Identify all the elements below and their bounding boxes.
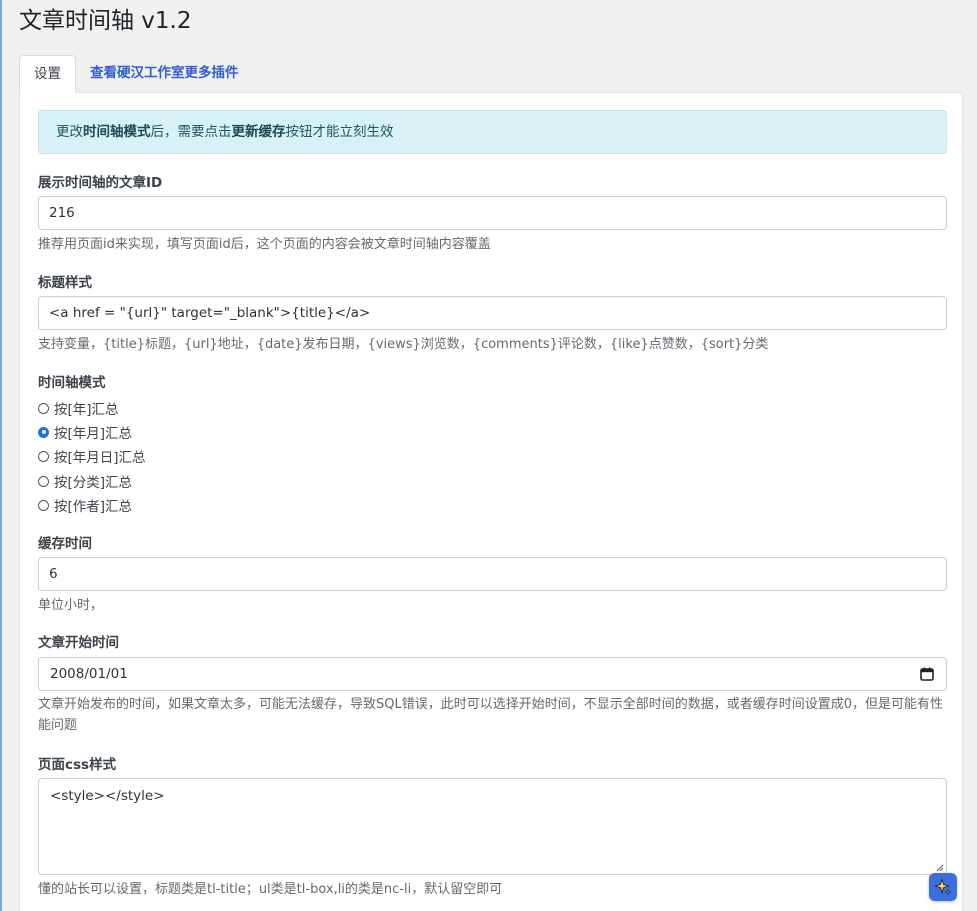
- admin-menu-edge: [0, 0, 2, 911]
- radio-label: 按[年]汇总: [54, 402, 119, 418]
- ai-assistant-button[interactable]: [929, 873, 957, 901]
- start-date-value: 2008/01/01: [50, 666, 128, 682]
- radio-option-year-month[interactable]: 按[年月]汇总: [38, 422, 132, 442]
- tab-bar: 设置 查看硬汉工作室更多插件: [19, 55, 253, 93]
- title-style-help: 支持变量，{title}标题，{url}地址，{date}发布日期，{views…: [38, 337, 769, 352]
- timeline-mode-label: 时间轴模式: [38, 375, 106, 391]
- page-css-help: 懂的站长可以设置，标题类是tl-title；ul类是tl-box,li的类是nc…: [38, 882, 503, 897]
- radio-option-year-month-day[interactable]: 按[年月日]汇总: [38, 446, 146, 466]
- page-css-label: 页面css样式: [38, 757, 117, 773]
- start-date-help: 文章开始发布的时间，如果文章太多，可能无法缓存，导致SQL错误，此时可以选择开始…: [38, 697, 943, 733]
- radio-button[interactable]: [38, 499, 49, 511]
- radio-option-year[interactable]: 按[年]汇总: [38, 398, 119, 418]
- cache-time-label: 缓存时间: [38, 536, 92, 552]
- page-css-value: <style></style>: [50, 788, 165, 804]
- start-date-input[interactable]: 2008/01/01: [38, 657, 947, 691]
- page-css-textarea[interactable]: <style></style>: [38, 778, 947, 875]
- title-style-input[interactable]: [38, 296, 947, 330]
- tab-more-plugins[interactable]: 查看硬汉工作室更多插件: [76, 55, 253, 92]
- radio-option-author[interactable]: 按[作者]汇总: [38, 495, 132, 515]
- title-style-label: 标题样式: [38, 275, 92, 291]
- page: 文章时间轴 v1.2 设置 查看硬汉工作室更多插件 更改时间轴模式后，需要点击更…: [0, 0, 977, 911]
- alert-text-post: 按钮才能立刻生效: [285, 124, 394, 140]
- radio-label: 按[年月]汇总: [54, 426, 133, 442]
- radio-button[interactable]: [38, 402, 49, 414]
- cache-time-help: 单位小时，: [38, 598, 104, 613]
- radio-button[interactable]: [38, 450, 49, 462]
- tab-settings[interactable]: 设置: [19, 55, 76, 93]
- settings-card: 更改时间轴模式后，需要点击更新缓存按钮才能立刻生效 展示时间轴的文章ID 推荐用…: [19, 92, 963, 911]
- alert-bold-update-cache: 更新缓存: [231, 124, 286, 140]
- start-date-label: 文章开始时间: [38, 635, 119, 651]
- radio-label: 按[作者]汇总: [54, 499, 133, 515]
- alert-bold-mode: 时间轴模式: [83, 124, 151, 140]
- alert-text-mid: 后，需要点击: [150, 124, 232, 140]
- radio-label: 按[分类]汇总: [54, 475, 133, 491]
- radio-button-selected[interactable]: [38, 426, 49, 438]
- resize-grip-icon[interactable]: [936, 864, 944, 872]
- sparkle-icon: [934, 878, 952, 896]
- alert-text-pre: 更改: [56, 124, 83, 140]
- info-alert: 更改时间轴模式后，需要点击更新缓存按钮才能立刻生效: [38, 110, 947, 154]
- radio-label: 按[年月日]汇总: [54, 450, 146, 466]
- post-id-label: 展示时间轴的文章ID: [38, 175, 163, 191]
- calendar-icon[interactable]: [920, 667, 934, 681]
- page-title: 文章时间轴 v1.2: [19, 8, 192, 34]
- radio-option-category[interactable]: 按[分类]汇总: [38, 471, 132, 491]
- cache-time-input[interactable]: [38, 557, 947, 591]
- post-id-help: 推荐用页面id来实现，填写页面id后，这个页面的内容会被文章时间轴内容覆盖: [38, 237, 491, 252]
- radio-button[interactable]: [38, 475, 49, 487]
- post-id-input[interactable]: [38, 196, 947, 230]
